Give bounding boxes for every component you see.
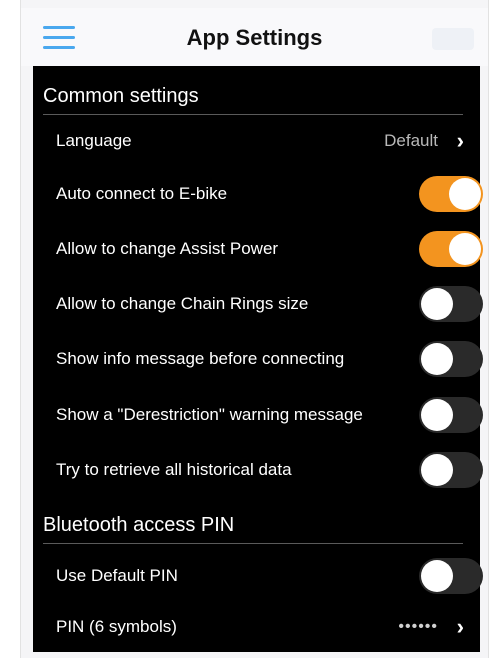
nav-bar: App Settings <box>21 8 488 66</box>
historical-label: Try to retrieve all historical data <box>56 460 292 479</box>
app-screen: App Settings Common settings Language De… <box>20 0 489 658</box>
auto-connect-label: Auto connect to E-bike <box>56 184 228 203</box>
derestriction-toggle[interactable] <box>419 397 483 433</box>
nav-right-placeholder <box>432 28 474 50</box>
row-assist-power: Allow to change Assist Power <box>33 222 483 276</box>
row-auto-connect: Auto connect to E-bike <box>33 167 483 221</box>
row-pin[interactable]: PIN (6 symbols) •••••• › <box>33 600 480 654</box>
language-value: Default <box>384 131 438 150</box>
info-message-toggle[interactable] <box>419 341 483 377</box>
row-info-message: Show info message before connecting <box>33 332 483 386</box>
settings-panel: Common settings Language Default › Auto … <box>33 66 483 654</box>
page-title: App Settings <box>186 25 323 50</box>
section-header-common: Common settings <box>43 78 463 115</box>
derestriction-label: Show a "Derestriction" warning message <box>56 405 363 424</box>
default-pin-label: Use Default PIN <box>56 566 178 585</box>
row-chain-rings: Allow to change Chain Rings size <box>33 277 483 331</box>
chevron-right-icon: › <box>456 128 464 153</box>
row-derestriction: Show a "Derestriction" warning message <box>33 388 483 442</box>
assist-power-label: Allow to change Assist Power <box>56 239 279 258</box>
auto-connect-toggle[interactable] <box>419 176 483 212</box>
assist-power-toggle[interactable] <box>419 231 483 267</box>
info-message-label: Show info message before connecting <box>56 349 345 368</box>
historical-toggle[interactable] <box>419 452 483 488</box>
row-language[interactable]: Language Default › <box>33 114 480 168</box>
chain-rings-label: Allow to change Chain Rings size <box>56 294 309 313</box>
row-default-pin: Use Default PIN <box>33 549 483 603</box>
pin-masked-value: •••••• <box>398 618 438 635</box>
pin-label: PIN (6 symbols) <box>56 617 177 636</box>
section-header-bluetooth: Bluetooth access PIN <box>43 507 463 544</box>
chain-rings-toggle[interactable] <box>419 286 483 322</box>
default-pin-toggle[interactable] <box>419 558 483 594</box>
chevron-right-icon: › <box>456 614 464 639</box>
language-label: Language <box>56 131 132 150</box>
row-historical: Try to retrieve all historical data <box>33 443 483 497</box>
